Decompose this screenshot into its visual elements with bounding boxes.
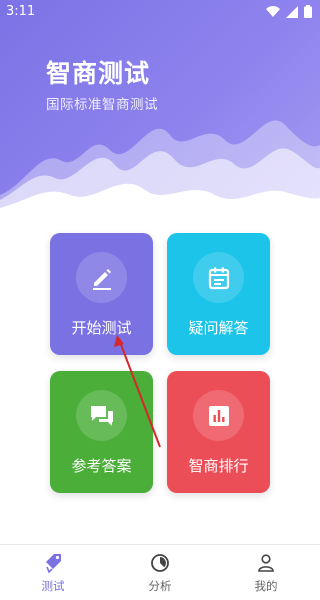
person-icon <box>258 554 274 572</box>
iq-ranking-icon-circle <box>193 390 244 441</box>
reference-answers-icon-circle <box>76 390 127 441</box>
battery-icon <box>304 5 312 18</box>
analysis-dial-icon <box>151 554 169 572</box>
nav-item-analysis[interactable]: 分析 <box>107 545 213 600</box>
calendar-note-icon <box>208 267 229 289</box>
nav-label-test: 测试 <box>41 579 65 593</box>
test-tag-icon <box>46 554 61 573</box>
start-test-button[interactable]: 开始测试 <box>50 233 153 355</box>
nav-item-mine[interactable]: 我的 <box>213 545 319 600</box>
hero-banner: 3:11 智商测试 国际标准智商测试 <box>0 0 320 215</box>
wifi-icon <box>266 5 280 17</box>
cellular-signal-icon <box>286 5 298 18</box>
app-subtitle: 国际标准智商测试 <box>46 97 158 113</box>
status-time: 3:11 <box>6 4 36 19</box>
reference-answers-button[interactable]: 参考答案 <box>50 371 153 493</box>
bar-chart-icon <box>208 405 229 426</box>
faq-button[interactable]: 疑问解答 <box>167 233 270 355</box>
status-bar: 3:11 <box>0 0 320 24</box>
start-test-label: 开始测试 <box>71 319 132 337</box>
chat-bubbles-icon <box>90 405 113 426</box>
faq-icon-circle <box>193 252 244 303</box>
app-title: 智商测试 <box>46 59 151 88</box>
faq-label: 疑问解答 <box>188 319 249 337</box>
nav-label-analysis: 分析 <box>148 579 172 593</box>
pencil-icon <box>92 268 111 290</box>
nav-item-test[interactable]: 测试 <box>0 545 106 600</box>
iq-ranking-label: 智商排行 <box>188 457 249 475</box>
bottom-navigation: 测试 分析 我的 <box>0 544 320 600</box>
status-icons <box>266 5 312 18</box>
start-test-icon-circle <box>76 252 127 303</box>
iq-ranking-button[interactable]: 智商排行 <box>167 371 270 493</box>
reference-answers-label: 参考答案 <box>71 457 132 475</box>
nav-label-mine: 我的 <box>254 579 278 593</box>
